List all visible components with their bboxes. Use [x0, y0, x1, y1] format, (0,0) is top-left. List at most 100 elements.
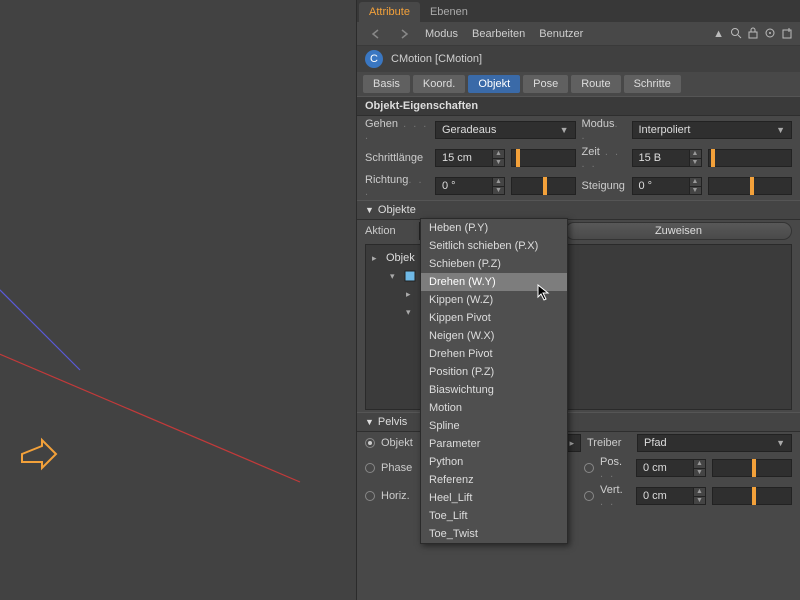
up-icon[interactable]: ▲ [713, 28, 724, 40]
spinner-down-icon[interactable]: ▼ [689, 159, 701, 167]
dropdown-item[interactable]: Drehen (W.Y) [421, 273, 567, 291]
dropdown-item[interactable]: Referenz [421, 471, 567, 489]
dropdown-item[interactable]: Kippen Pivot [421, 309, 567, 327]
menubar-right-icons: ▲ [713, 22, 794, 46]
radio-vert[interactable] [584, 491, 594, 501]
slider-steigung[interactable] [708, 177, 793, 195]
disclosure-icon[interactable]: ▾ [406, 307, 416, 318]
menu-bearbeiten[interactable]: Bearbeiten [472, 28, 525, 40]
chevron-down-icon: ▼ [560, 125, 569, 135]
spinner-up-icon[interactable]: ▲ [693, 460, 705, 469]
label-schrittlaenge: Schrittlänge [365, 152, 429, 164]
target-icon[interactable] [764, 27, 776, 42]
dropdown-item[interactable]: Seitlich schieben (P.X) [421, 237, 567, 255]
dropdown-item[interactable]: Toe_Twist [421, 525, 567, 543]
label-pos: Pos. . . [600, 456, 630, 480]
dropdown-gehen[interactable]: Geradeaus▼ [435, 121, 576, 139]
label-zeit: Zeit . . . . [582, 146, 626, 170]
subtab-pose[interactable]: Pose [523, 75, 568, 93]
subtab-strip: Basis Koord. Objekt Pose Route Schritte [357, 72, 800, 96]
slider-zeit[interactable] [708, 149, 793, 167]
label-gehen: Gehen . . . . [365, 118, 429, 142]
subtab-schritte[interactable]: Schritte [624, 75, 681, 93]
subtab-basis[interactable]: Basis [363, 75, 410, 93]
slider-vert[interactable] [712, 487, 792, 505]
viewport-canvas [0, 0, 356, 600]
disclosure-icon[interactable]: ▾ [390, 271, 400, 282]
menu-modus[interactable]: Modus [425, 28, 458, 40]
label-steigung: Steigung [582, 180, 626, 192]
label-horiz: Horiz. [381, 490, 425, 502]
dropdown-item[interactable]: Heben (P.Y) [421, 219, 567, 237]
dropdown-item[interactable]: Toe_Lift [421, 507, 567, 525]
dropdown-aktion-menu[interactable]: Heben (P.Y)Seitlich schieben (P.X)Schieb… [420, 218, 568, 544]
spinner-down-icon[interactable]: ▼ [689, 187, 701, 195]
search-icon[interactable] [730, 27, 742, 42]
label-treiber: Treiber [587, 437, 631, 449]
slider-pos[interactable] [712, 459, 792, 477]
spinner-down-icon[interactable]: ▼ [492, 159, 504, 167]
dropdown-item[interactable]: Neigen (W.X) [421, 327, 567, 345]
chevron-down-icon: ▼ [776, 438, 785, 448]
object-title: CMotion [CMotion] [391, 53, 482, 65]
panel-tabstrip: Attribute Ebenen [357, 0, 800, 22]
spinner-down-icon[interactable]: ▼ [693, 497, 705, 505]
new-window-icon[interactable] [782, 27, 794, 42]
dropdown-item[interactable]: Heel_Lift [421, 489, 567, 507]
subtab-route[interactable]: Route [571, 75, 620, 93]
dropdown-item[interactable]: Python [421, 453, 567, 471]
disclosure-right-icon[interactable]: ▸ [372, 253, 382, 264]
dropdown-item[interactable]: Biaswichtung [421, 381, 567, 399]
dropdown-modus[interactable]: Interpoliert▼ [632, 121, 793, 139]
label-modus: Modus. . [582, 118, 626, 142]
lock-icon[interactable] [748, 27, 758, 42]
field-vert[interactable]: 0 cm▲▼ [636, 487, 706, 505]
spinner-down-icon[interactable]: ▼ [693, 469, 705, 477]
spinner-up-icon[interactable]: ▲ [492, 178, 504, 187]
spinner-up-icon[interactable]: ▲ [689, 150, 701, 159]
menu-benutzer[interactable]: Benutzer [539, 28, 583, 40]
spinner-up-icon[interactable]: ▲ [693, 488, 705, 497]
spinner-up-icon[interactable]: ▲ [492, 150, 504, 159]
subtab-objekt[interactable]: Objekt [468, 75, 520, 93]
subtab-koord[interactable]: Koord. [413, 75, 465, 93]
dropdown-treiber[interactable]: Pfad▼ [637, 434, 792, 452]
dropdown-item[interactable]: Schieben (P.Z) [421, 255, 567, 273]
disclosure-icon[interactable]: ▸ [406, 289, 416, 300]
radio-horiz[interactable] [365, 491, 375, 501]
field-steigung[interactable]: 0 °▲▼ [632, 177, 702, 195]
tab-attribute[interactable]: Attribute [359, 2, 420, 22]
radio-phase[interactable] [365, 463, 375, 473]
dropdown-item[interactable]: Position (P.Z) [421, 363, 567, 381]
field-pos[interactable]: 0 cm▲▼ [636, 459, 706, 477]
slider-richtung[interactable] [511, 177, 576, 195]
disclosure-down-icon: ▼ [365, 417, 374, 427]
object-header: C CMotion [CMotion] [357, 46, 800, 72]
spinner-down-icon[interactable]: ▼ [492, 187, 504, 195]
section-objekte[interactable]: ▼Objekte [357, 200, 800, 220]
dropdown-item[interactable]: Drehen Pivot [421, 345, 567, 363]
label-aktion: Aktion [365, 225, 413, 237]
slider-schrittlaenge[interactable] [511, 149, 576, 167]
chevron-down-icon: ▼ [776, 125, 785, 135]
node-icon [404, 270, 416, 282]
tab-ebenen[interactable]: Ebenen [420, 2, 478, 22]
field-zeit[interactable]: 15 B▲▼ [632, 149, 702, 167]
viewport-3d[interactable] [0, 0, 356, 600]
chevron-down-icon: ▸ [569, 438, 574, 449]
label-richtung: Richtung. . . [365, 174, 429, 198]
field-schrittlaenge[interactable]: 15 cm▲▼ [435, 149, 505, 167]
cmotion-icon: C [365, 50, 383, 68]
dropdown-item[interactable]: Parameter [421, 435, 567, 453]
radio-objekt[interactable] [365, 438, 375, 448]
dropdown-item[interactable]: Spline [421, 417, 567, 435]
spinner-up-icon[interactable]: ▲ [689, 178, 701, 187]
field-richtung[interactable]: 0 °▲▼ [435, 177, 505, 195]
dropdown-item[interactable]: Motion [421, 399, 567, 417]
button-zuweisen[interactable]: Zuweisen [565, 222, 792, 240]
dropdown-item[interactable]: Kippen (W.Z) [421, 291, 567, 309]
radio-pos[interactable] [584, 463, 594, 473]
forward-icon[interactable] [397, 27, 411, 41]
panel-menubar: Modus Bearbeiten Benutzer ▲ [357, 22, 800, 46]
back-icon[interactable] [369, 27, 383, 41]
